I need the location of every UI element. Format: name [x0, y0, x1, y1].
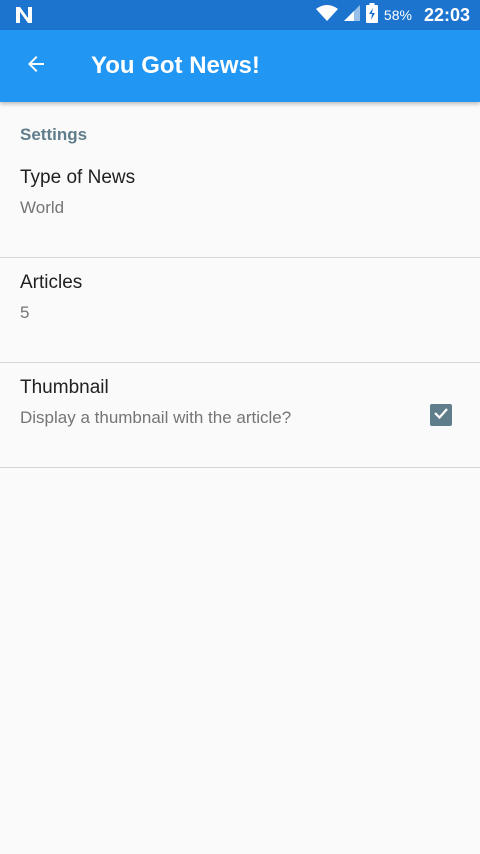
signal-icon	[343, 4, 360, 26]
preference-summary: Display a thumbnail with the article?	[20, 408, 292, 427]
settings-section-header: Settings	[20, 125, 88, 144]
app-title: You Got News!	[91, 52, 260, 79]
thumbnail-checkbox[interactable]	[430, 404, 452, 426]
back-button[interactable]	[16, 48, 56, 84]
preference-title: Thumbnail	[20, 377, 109, 398]
n-notification-icon	[14, 6, 34, 24]
preference-summary: 5	[20, 303, 30, 322]
wifi-icon	[315, 4, 338, 26]
battery-charging-icon	[365, 2, 378, 28]
battery-percent: 58%	[383, 7, 412, 23]
clock: 22:03	[423, 4, 470, 25]
preference-summary: World	[20, 198, 65, 217]
preference-title: Articles	[20, 272, 83, 293]
preference-articles[interactable]: Articles 5	[0, 258, 480, 363]
arrow-left-icon	[24, 52, 48, 81]
check-icon	[433, 405, 449, 426]
app-bar: You Got News!	[0, 30, 480, 102]
preference-title: Type of News	[20, 167, 136, 188]
status-bar: 58% 22:03	[0, 0, 480, 30]
preference-type-of-news[interactable]: Type of News World	[0, 153, 480, 258]
preference-thumbnail[interactable]: Thumbnail Display a thumbnail with the a…	[0, 363, 480, 468]
